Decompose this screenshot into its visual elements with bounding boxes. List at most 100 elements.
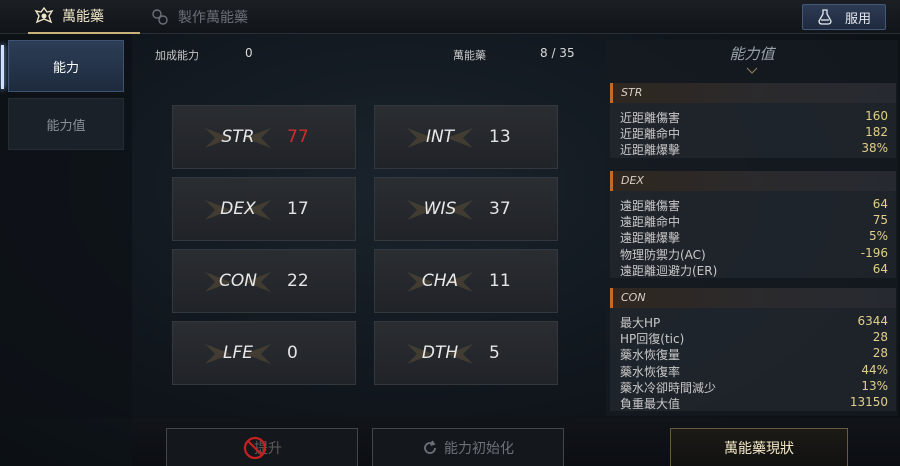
section-header: DEX xyxy=(610,171,896,191)
stat-row-value: 28 xyxy=(872,346,888,361)
tab-potion[interactable]: 萬能藥 xyxy=(28,0,140,34)
title-ornament-icon xyxy=(746,67,758,74)
stat-row-value: 44% xyxy=(861,362,888,377)
stat-card-str: STR 77 xyxy=(172,105,356,169)
stat-row-label: 遠距離迴避力(ER) xyxy=(620,263,718,278)
stat-row-label: 遠距離命中 xyxy=(620,215,681,230)
stat-value: 11 xyxy=(489,271,511,291)
reset-ability-label: 能力初始化 xyxy=(444,441,514,457)
stat-row-label: 負重最大值 xyxy=(620,396,681,411)
stat-row-value: 28 xyxy=(872,330,888,345)
stat-row-label: 藥水恢復量 xyxy=(620,348,681,363)
top-tab-bar: 萬能藥 製作萬能藥 服用 xyxy=(0,0,900,34)
prohibited-icon xyxy=(242,435,268,461)
left-navigation: 能力 能力值 xyxy=(0,34,132,418)
potion-flask-icon xyxy=(818,9,832,25)
stat-row-value: 6344 xyxy=(857,314,888,328)
stat-value: 5 xyxy=(489,343,500,363)
stat-row-label: 遠距離傷害 xyxy=(620,199,681,213)
stat-name: INT xyxy=(425,127,455,147)
tab-potion-label: 萬能藥 xyxy=(62,9,104,25)
bonus-ability-label: 加成能力 xyxy=(155,49,199,62)
reset-ability-button[interactable]: 能力初始化 xyxy=(372,428,564,466)
stat-row-label: 近距離命中 xyxy=(620,127,681,142)
potion-emblem-icon xyxy=(34,6,54,24)
panel-title: 能力值 xyxy=(729,45,775,63)
section-header: CON xyxy=(610,288,896,308)
stat-row: 最大HP 6344 xyxy=(610,314,896,330)
tab-craft-potion-label: 製作萬能藥 xyxy=(178,10,248,26)
stat-row: 藥水恢復率 44% xyxy=(610,363,896,379)
stat-row-value: 38% xyxy=(861,141,888,156)
potion-count-value: 8 / 35 xyxy=(540,46,575,60)
potion-status-button[interactable]: 萬能藥現狀 xyxy=(670,428,848,466)
stat-card-con: CON 22 xyxy=(172,249,356,313)
stat-row: 遠距離爆擊 5% xyxy=(610,229,896,245)
section-str: STR 近距離傷害 160 近距離命中 182 近距離爆擊 38% xyxy=(610,83,896,158)
stat-row: 物理防禦力(AC) -196 xyxy=(610,246,896,262)
stat-row-label: 藥水冷卻時間減少 xyxy=(620,380,717,395)
stat-row-label: 遠距離爆擊 xyxy=(620,231,681,246)
nav-item-ability-values[interactable]: 能力值 xyxy=(8,98,124,150)
stat-name: LFE xyxy=(223,343,253,363)
stat-row: 遠距離迴避力(ER) 64 xyxy=(610,262,896,278)
potion-count-label: 萬能藥 xyxy=(453,49,486,62)
stat-value: 17 xyxy=(287,199,309,219)
stat-name: CON xyxy=(219,271,257,291)
section-header: STR xyxy=(610,83,896,103)
section-con: CON 最大HP 6344 HP回復(tic) 28 藥水恢復量 28 藥水恢復率 44% 藥水冷… xyxy=(610,288,896,412)
stat-name: CHA xyxy=(421,271,459,291)
stat-row: HP回復(tic) 28 xyxy=(610,330,896,346)
stat-value: 0 xyxy=(287,343,298,363)
stat-row: 藥水冷卻時間減少 13% xyxy=(610,379,896,395)
stat-row-label: 物理防禦力(AC) xyxy=(620,247,706,262)
stat-value: 37 xyxy=(489,199,511,219)
stat-card-dex: DEX 17 xyxy=(172,177,356,241)
stat-row: 近距離命中 182 xyxy=(610,125,896,141)
nav-item-ability[interactable]: 能力 xyxy=(1,40,124,92)
stat-row-value: 75 xyxy=(872,213,888,228)
stat-row: 遠距離傷害 64 xyxy=(610,197,896,213)
stat-row-value: 64 xyxy=(872,261,888,276)
stat-row-label: 近距離爆擊 xyxy=(620,143,681,158)
stat-row-label: HP回復(tic) xyxy=(620,332,685,347)
stat-row: 遠距離命中 75 xyxy=(610,213,896,229)
stat-card-lfe: LFE 0 xyxy=(172,321,356,385)
enhance-button-disabled[interactable]: 提升 xyxy=(166,428,358,466)
stat-name: DTH xyxy=(421,343,459,363)
stat-card-wis: WIS 37 xyxy=(374,177,558,241)
stat-row-value: 13150 xyxy=(849,394,888,409)
stat-row-value: 64 xyxy=(872,197,888,211)
stat-name: DEX xyxy=(220,199,256,219)
craft-potion-icon xyxy=(152,9,168,25)
stat-value: 77 xyxy=(287,127,309,147)
stat-row-value: 182 xyxy=(865,125,888,140)
stat-row: 近距離爆擊 38% xyxy=(610,141,896,157)
stat-value: 13 xyxy=(489,127,511,147)
nav-item-ability-values-label: 能力值 xyxy=(46,118,86,134)
bonus-ability-value: 0 xyxy=(245,46,253,60)
stat-card-int: INT 13 xyxy=(374,105,558,169)
stat-row-value: 13% xyxy=(861,378,888,393)
stat-row-value: 5% xyxy=(868,229,888,244)
use-potion-label: 服用 xyxy=(844,11,871,27)
section-dex: DEX 遠距離傷害 64 遠距離命中 75 遠距離爆擊 5% 物理防禦力(AC) -196 遠距離… xyxy=(610,171,896,278)
stat-card-dth: DTH 5 xyxy=(374,321,558,385)
stat-row: 負重最大值 13150 xyxy=(610,395,896,411)
ability-values-panel: 能力值 STR 近距離傷害 160 近距離命中 182 近距離爆擊 38% DEX 遠距離傷害 6… xyxy=(606,40,898,416)
stat-name: WIS xyxy=(423,199,457,219)
stat-row-label: 最大HP xyxy=(620,316,661,330)
bottom-action-bar: 提升 能力初始化 萬能藥現狀 xyxy=(132,418,900,466)
stat-value: 22 xyxy=(287,271,309,291)
stat-row-label: 近距離傷害 xyxy=(620,111,681,125)
tab-craft-potion[interactable]: 製作萬能藥 xyxy=(144,0,284,34)
use-potion-button[interactable]: 服用 xyxy=(802,4,886,30)
nav-item-ability-label: 能力 xyxy=(52,60,79,76)
stat-row: 近距離傷害 160 xyxy=(610,109,896,125)
stat-name: STR xyxy=(221,127,255,147)
stat-card-cha: CHA 11 xyxy=(374,249,558,313)
stat-row-value: 160 xyxy=(865,109,888,123)
stat-row-value: -196 xyxy=(860,245,888,260)
stat-row: 藥水恢復量 28 xyxy=(610,346,896,362)
potion-status-label: 萬能藥現狀 xyxy=(724,441,794,457)
